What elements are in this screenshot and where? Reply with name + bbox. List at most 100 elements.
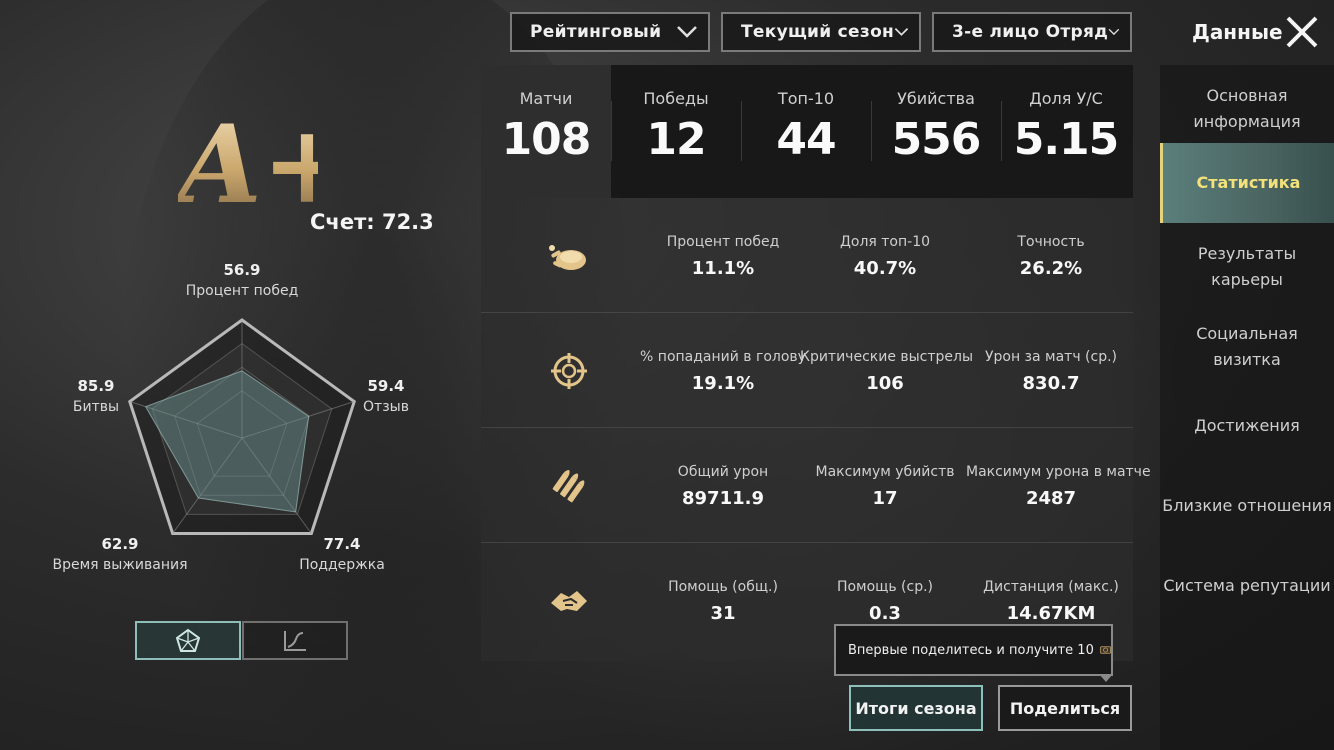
radar-label-feedback: 59.4 Отзыв bbox=[306, 376, 466, 418]
stat-row-damage: Общий урон 89711.9 Максимум убийств 17 М… bbox=[481, 428, 1151, 543]
stat-value: 17 bbox=[872, 488, 898, 509]
summary-wins: Победы 12 bbox=[611, 65, 741, 198]
chevron-down-icon bbox=[894, 28, 909, 36]
radar-value: 56.9 bbox=[223, 261, 261, 279]
stat-cell: Доля топ-10 40.7% bbox=[800, 234, 970, 279]
radar-view-toggle[interactable] bbox=[135, 621, 241, 660]
summary-value: 5.15 bbox=[1013, 114, 1120, 165]
sidebar-item-achievements[interactable]: Достижения bbox=[1160, 413, 1334, 443]
stat-value: 40.7% bbox=[853, 258, 917, 279]
stat-value: 106 bbox=[866, 373, 904, 394]
stat-cell: Общий урон 89711.9 bbox=[638, 464, 808, 509]
radar-value: 77.4 bbox=[323, 535, 361, 553]
handshake-icon bbox=[551, 591, 587, 611]
radar-axis-name: Поддержка bbox=[299, 557, 385, 573]
season-summary-button[interactable]: Итоги сезона bbox=[849, 685, 983, 731]
sidebar-item-reputation[interactable]: Система репутации bbox=[1160, 573, 1334, 603]
stat-label: Максимум убийств bbox=[815, 464, 955, 480]
stat-value: 0.3 bbox=[869, 603, 901, 624]
summary-label: Доля У/С bbox=[1029, 89, 1103, 108]
radar-axis-name: Битвы bbox=[72, 399, 120, 415]
line-chart-icon bbox=[284, 630, 306, 651]
stat-value: 11.1% bbox=[691, 258, 755, 279]
grade-badge: A+ bbox=[178, 102, 318, 218]
summary-top10: Топ-10 44 bbox=[741, 65, 871, 198]
stat-value: 2487 bbox=[1025, 488, 1077, 509]
summary-value: 108 bbox=[501, 114, 592, 165]
stats-panel: Матчи 108 Победы 12 Топ-10 44 Убийства 5… bbox=[481, 65, 1151, 661]
stat-row-shooting: % попаданий в голову 19.1% Критические в… bbox=[481, 313, 1133, 428]
stat-value: 89711.9 bbox=[682, 488, 764, 509]
stat-cell: Дистанция (макс.) 14.67KM bbox=[966, 579, 1136, 624]
summary-value: 44 bbox=[776, 114, 836, 165]
stat-label: % попаданий в голову bbox=[640, 349, 806, 365]
grade-letter: A+ bbox=[178, 102, 318, 218]
tooltip-arrow bbox=[1099, 674, 1113, 682]
stat-cell: Помощь (ср.) 0.3 bbox=[800, 579, 970, 624]
summary-value: 12 bbox=[646, 114, 706, 165]
radar-axis-name: Отзыв bbox=[363, 399, 409, 415]
close-icon[interactable] bbox=[1284, 14, 1320, 50]
line-view-toggle[interactable] bbox=[242, 621, 348, 660]
summary-label: Матчи bbox=[519, 89, 573, 108]
stat-label: Доля топ-10 bbox=[839, 234, 931, 250]
stat-cell: Помощь (общ.) 31 bbox=[638, 579, 808, 624]
stat-cell: Процент побед 11.1% bbox=[638, 234, 808, 279]
stat-value: 26.2% bbox=[1019, 258, 1083, 279]
stat-cell: Критические выстрелы 106 bbox=[800, 349, 973, 394]
share-button[interactable]: Поделиться bbox=[998, 685, 1132, 731]
summary-label: Топ-10 bbox=[777, 89, 835, 108]
radar-label-support: 77.4 Поддержка bbox=[262, 534, 422, 576]
sidebar: Основная информация Статистика Результат… bbox=[1160, 65, 1334, 750]
sidebar-item-career[interactable]: Результаты карьеры bbox=[1160, 241, 1334, 297]
radar-chart: 56.9 Процент побед 59.4 Отзыв 77.4 Поддержка 6… bbox=[40, 250, 440, 590]
sidebar-item-statistics[interactable]: Статистика bbox=[1160, 143, 1334, 223]
summary-kd: Доля У/С 5.15 bbox=[1001, 65, 1131, 198]
share-reward-tooltip: Впервые поделитесь и получите 10 bbox=[834, 624, 1113, 676]
stat-value: 19.1% bbox=[691, 373, 755, 394]
crosshair-icon bbox=[551, 353, 587, 389]
stat-label: Максимум урона в матче bbox=[966, 464, 1151, 480]
page-title: Данные bbox=[1192, 20, 1283, 44]
sidebar-item-social-card[interactable]: Социальная визитка bbox=[1160, 321, 1334, 377]
mode-dropdown[interactable]: Рейтинговый bbox=[510, 12, 710, 52]
radar-value: 85.9 bbox=[77, 377, 115, 395]
sidebar-item-relationships[interactable]: Близкие отношения bbox=[1160, 493, 1334, 523]
stat-label: Процент побед bbox=[666, 234, 780, 250]
stat-value: 830.7 bbox=[1022, 373, 1080, 394]
stat-cell: Точность 26.2% bbox=[966, 234, 1136, 279]
stat-value: 14.67KM bbox=[1006, 603, 1096, 624]
season-dropdown-label: Текущий сезон bbox=[741, 22, 895, 42]
stat-cell: % попаданий в голову 19.1% bbox=[638, 349, 808, 394]
stat-row-wins: Процент побед 11.1% Доля топ-10 40.7% То… bbox=[481, 198, 1133, 313]
summary-matches: Матчи 108 bbox=[481, 65, 611, 198]
score-text: Счет: 72.3 bbox=[310, 210, 434, 234]
stat-label: Помощь (ср.) bbox=[836, 579, 934, 595]
stat-cell: Максимум убийств 17 bbox=[800, 464, 970, 509]
stat-label: Точность bbox=[1017, 234, 1085, 250]
radar-label-battles: 85.9 Битвы bbox=[16, 376, 176, 418]
radar-value: 62.9 bbox=[101, 535, 139, 553]
stat-cell: Максимум урона в матче 2487 bbox=[966, 464, 1151, 509]
summary-value: 556 bbox=[891, 114, 982, 165]
stat-value: 31 bbox=[710, 603, 736, 624]
radar-label-survival: 62.9 Время выживания bbox=[40, 534, 200, 576]
team-dropdown[interactable]: 3-е лицо Отряд bbox=[932, 12, 1132, 52]
radar-value: 59.4 bbox=[367, 377, 405, 395]
season-dropdown[interactable]: Текущий сезон bbox=[721, 12, 921, 52]
stat-label: Помощь (общ.) bbox=[668, 579, 778, 595]
summary-label: Победы bbox=[643, 89, 709, 108]
chevron-down-icon bbox=[677, 26, 697, 38]
stat-label: Урон за матч (ср.) bbox=[984, 349, 1118, 365]
sidebar-item-basic-info[interactable]: Основная информация bbox=[1160, 81, 1334, 137]
mode-dropdown-label: Рейтинговый bbox=[530, 22, 662, 42]
radar-axis-name: Процент побед bbox=[185, 283, 299, 299]
team-dropdown-label: 3-е лицо Отряд bbox=[952, 22, 1109, 42]
stat-cell: Урон за матч (ср.) 830.7 bbox=[966, 349, 1136, 394]
tooltip-text: Впервые поделитесь и получите 10 bbox=[848, 642, 1094, 658]
summary-label: Убийства bbox=[897, 89, 975, 108]
radar-axis-name: Время выживания bbox=[52, 557, 188, 573]
pentagon-icon bbox=[175, 628, 201, 652]
summary-bar: Матчи 108 Победы 12 Топ-10 44 Убийства 5… bbox=[481, 65, 1133, 198]
summary-kills: Убийства 556 bbox=[871, 65, 1001, 198]
